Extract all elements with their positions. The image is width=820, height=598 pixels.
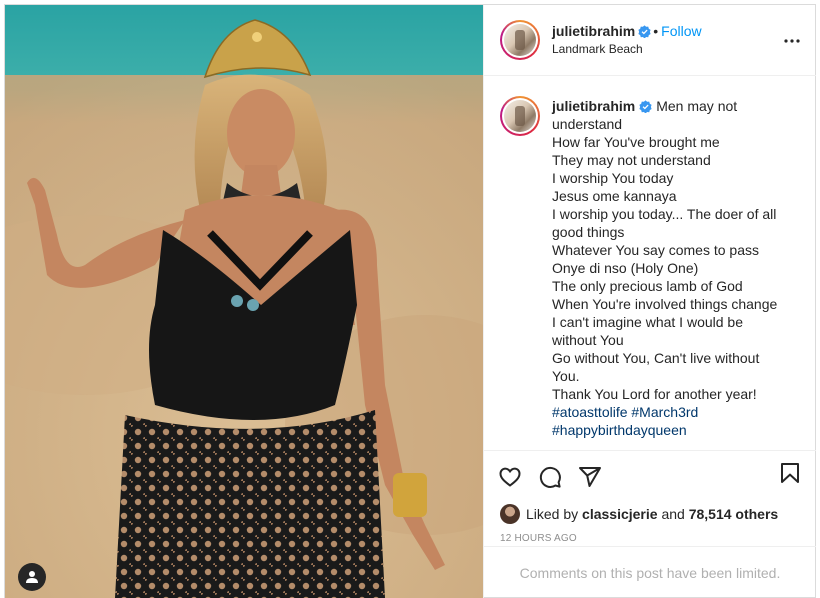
caption-line: Men may not xyxy=(656,98,738,114)
caption-line: I worship You today xyxy=(552,170,674,186)
hashtag-link[interactable]: #March3rd xyxy=(631,404,698,420)
author-avatar[interactable] xyxy=(500,20,540,60)
caption-avatar-image xyxy=(504,100,536,132)
hashtag-link[interactable]: #atoasttolife xyxy=(552,404,628,420)
caption-username[interactable]: julietibrahim xyxy=(552,98,635,114)
likes-conjunction: and xyxy=(661,506,685,522)
post-image xyxy=(5,5,483,598)
save-button[interactable] xyxy=(778,461,802,485)
like-button[interactable] xyxy=(498,465,522,489)
follow-button[interactable]: Follow xyxy=(661,23,701,39)
comments-limited-notice: Comments on this post have been limited. xyxy=(484,546,816,598)
caption-author-avatar[interactable] xyxy=(500,96,540,136)
bookmark-icon xyxy=(781,463,799,483)
caption-line: Whatever You say comes to pass xyxy=(552,242,759,258)
paper-plane-icon xyxy=(579,467,601,487)
liker-username[interactable]: classicjerie xyxy=(582,506,658,522)
liker-avatar[interactable] xyxy=(500,504,520,524)
caption-line: good things xyxy=(552,224,625,240)
ellipsis-icon xyxy=(784,39,800,43)
verified-badge-icon xyxy=(638,24,651,38)
likes-prefix: Liked by xyxy=(526,506,579,522)
caption-text: julietibrahim Men may not understand How … xyxy=(552,96,777,450)
caption-line: You. xyxy=(552,368,580,384)
header-separator: • xyxy=(653,22,659,39)
user-icon xyxy=(26,571,38,583)
author-avatar-image xyxy=(504,24,536,56)
caption-line: I can't imagine what I would be xyxy=(552,314,744,330)
caption-line: without You xyxy=(552,332,624,348)
caption-line: How far You've brought me xyxy=(552,134,720,150)
caption-line: They may not understand xyxy=(552,152,711,168)
instagram-post: julietibrahim • Follow Landmark Beach juli… xyxy=(4,4,816,598)
caption-line: Onye di nso (Holy One) xyxy=(552,260,699,276)
post-location[interactable]: Landmark Beach xyxy=(552,41,702,58)
caption-verified-badge-icon xyxy=(639,100,652,113)
share-button[interactable] xyxy=(578,465,602,489)
heart-icon xyxy=(499,467,521,487)
caption-line: I worship you today... The doer of all xyxy=(552,206,777,222)
caption-line: Jesus ome kannaya xyxy=(552,188,677,204)
caption-line: The only precious lamb of God xyxy=(552,278,743,294)
likes-summary: Liked by classicjerie and 78,514 others xyxy=(484,495,816,527)
comment-icon xyxy=(539,466,561,488)
hashtag-link[interactable]: #happybirthdayqueen xyxy=(552,422,687,438)
post-caption: julietibrahim Men may not understand How … xyxy=(484,76,816,451)
author-username[interactable]: julietibrahim xyxy=(552,23,635,39)
likes-count[interactable]: 78,514 others xyxy=(689,506,779,522)
post-photo[interactable] xyxy=(5,5,483,598)
post-header: julietibrahim • Follow Landmark Beach xyxy=(484,5,816,76)
tagged-users-button[interactable] xyxy=(18,563,46,591)
post-sidebar: julietibrahim • Follow Landmark Beach juli… xyxy=(483,5,816,598)
more-options-button[interactable] xyxy=(782,31,802,51)
caption-line: Go without You, Can't live without xyxy=(552,350,760,366)
caption-line: Thank You Lord for another year! xyxy=(552,386,757,402)
caption-line: understand xyxy=(552,116,623,132)
action-bar xyxy=(484,451,816,495)
caption-line: When You're involved things change xyxy=(552,296,778,312)
comment-button[interactable] xyxy=(538,465,562,489)
